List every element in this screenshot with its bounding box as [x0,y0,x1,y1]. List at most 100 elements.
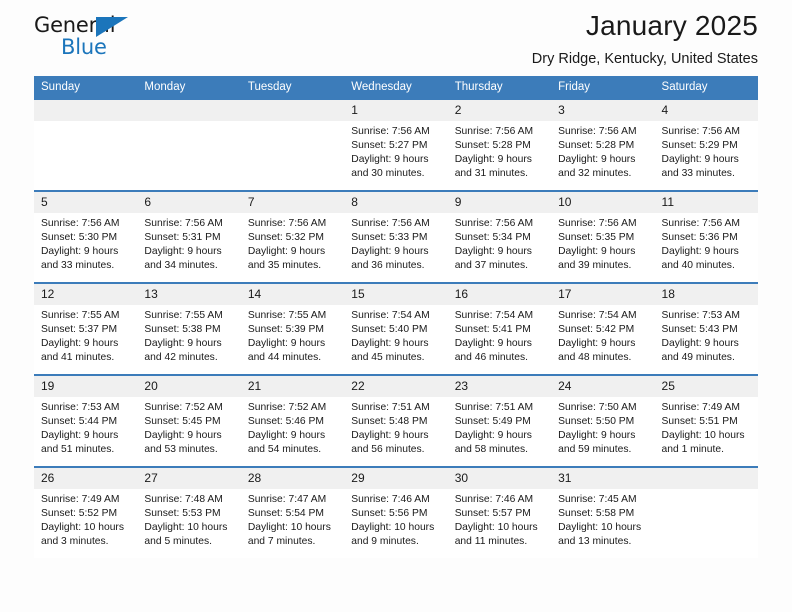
day-details: Sunrise: 7:48 AM Sunset: 5:53 PM Daylight:… [137,489,240,549]
day-number: 17 [551,283,655,305]
day-cell[interactable]: 28 Sunrise: 7:47 AM Sunset: 5:54 PM Dayligh… [240,465,345,558]
sunrise-text: Sunrise: 7:47 AM [247,493,327,505]
day-cell[interactable]: 8 Sunrise: 7:56 AM Sunset: 5:33 PM Daylight… [344,189,448,283]
daylight-text: Daylight: 9 hours [558,337,636,349]
day-number: 10 [551,191,655,213]
day-number: 27 [137,467,241,489]
day-details: Sunrise: 7:50 AM Sunset: 5:50 PM Daylight:… [551,397,654,457]
day-number [137,99,241,121]
day-cell[interactable]: 26 Sunrise: 7:49 AM Sunset: 5:52 PM Dayligh… [34,465,138,558]
sunrise-text: Sunrise: 7:56 AM [247,217,327,229]
day-cell[interactable]: 20 Sunrise: 7:52 AM Sunset: 5:45 PM Dayligh… [137,373,241,467]
day-cell[interactable]: 16 Sunrise: 7:54 AM Sunset: 5:41 PM Dayligh… [447,281,552,375]
sunset-text: Sunset: 5:56 PM [351,507,428,519]
sunrise-text: Sunrise: 7:54 AM [351,309,430,321]
sunrise-text: Sunrise: 7:52 AM [247,401,327,413]
day-cell-empty [654,465,758,558]
day-details: Sunrise: 7:45 AM Sunset: 5:58 PM Daylight:… [551,489,654,549]
sunrise-text: Sunrise: 7:55 AM [144,309,223,321]
day-cell[interactable]: 17 Sunrise: 7:54 AM Sunset: 5:42 PM Dayligh… [551,281,655,375]
daylight-text: Daylight: 9 hours [351,153,429,165]
day-cell[interactable]: 19 Sunrise: 7:53 AM Sunset: 5:44 PM Dayligh… [34,373,138,467]
day-cell[interactable]: 6 Sunrise: 7:56 AM Sunset: 5:31 PM Daylight… [137,189,241,283]
sunset-text: Sunset: 5:27 PM [351,139,428,151]
day-number: 2 [447,99,552,121]
sunset-text: Sunset: 5:57 PM [454,507,531,519]
day-details: Sunrise: 7:52 AM Sunset: 5:46 PM Daylight:… [241,397,344,457]
sunset-text: Sunset: 5:40 PM [351,323,428,335]
day-details: Sunrise: 7:56 AM Sunset: 5:28 PM Daylight:… [551,121,654,181]
daylight-text: and 34 minutes. [144,260,218,272]
sunrise-text: Sunrise: 7:53 AM [661,309,740,321]
day-cell[interactable]: 10 Sunrise: 7:56 AM Sunset: 5:35 PM Dayligh… [551,189,655,283]
sunrise-text: Sunrise: 7:56 AM [558,217,637,229]
sunrise-text: Sunrise: 7:53 AM [41,401,120,413]
day-details: Sunrise: 7:56 AM Sunset: 5:33 PM Daylight:… [344,213,447,273]
day-cell[interactable]: 21 Sunrise: 7:52 AM Sunset: 5:46 PM Dayligh… [240,373,345,467]
day-cell[interactable]: 15 Sunrise: 7:54 AM Sunset: 5:40 PM Dayligh… [344,281,448,375]
week-row: 5 Sunrise: 7:56 AM Sunset: 5:30 PM Daylight… [34,189,758,283]
day-cell[interactable]: 23 Sunrise: 7:51 AM Sunset: 5:49 PM Dayligh… [447,373,552,467]
day-number: 16 [447,283,552,305]
day-details: Sunrise: 7:54 AM Sunset: 5:41 PM Daylight:… [448,305,551,365]
daylight-text: Daylight: 9 hours [558,153,636,165]
day-details: Sunrise: 7:55 AM Sunset: 5:39 PM Daylight:… [241,305,344,365]
sunset-text: Sunset: 5:28 PM [454,139,531,151]
day-cell[interactable]: 9 Sunrise: 7:56 AM Sunset: 5:34 PM Daylight… [447,189,552,283]
daylight-text: and 3 minutes. [41,536,109,548]
day-cell[interactable]: 22 Sunrise: 7:51 AM Sunset: 5:48 PM Dayligh… [344,373,448,467]
day-cell[interactable]: 25 Sunrise: 7:49 AM Sunset: 5:51 PM Dayligh… [654,373,758,467]
day-details: Sunrise: 7:51 AM Sunset: 5:48 PM Daylight:… [344,397,447,457]
day-number: 7 [240,191,345,213]
week-row: 26 Sunrise: 7:49 AM Sunset: 5:52 PM Dayligh… [34,465,758,558]
sunset-text: Sunset: 5:58 PM [558,507,635,519]
sunrise-text: Sunrise: 7:51 AM [351,401,430,413]
day-cell[interactable]: 7 Sunrise: 7:56 AM Sunset: 5:32 PM Daylight… [240,189,345,283]
day-cell[interactable]: 4 Sunrise: 7:56 AM Sunset: 5:29 PM Daylight… [654,99,758,191]
day-cell[interactable]: 30 Sunrise: 7:46 AM Sunset: 5:57 PM Dayligh… [447,465,552,558]
daylight-text: Daylight: 9 hours [351,245,429,257]
day-details: Sunrise: 7:51 AM Sunset: 5:49 PM Daylight:… [448,397,551,457]
sunset-text: Sunset: 5:50 PM [558,415,635,427]
day-number: 26 [34,467,138,489]
daylight-text: and 46 minutes. [454,352,528,364]
day-cell[interactable]: 24 Sunrise: 7:50 AM Sunset: 5:50 PM Dayligh… [551,373,655,467]
daylight-text: and 36 minutes. [351,260,425,272]
day-cell-empty [34,99,138,191]
daylight-text: Daylight: 9 hours [351,429,429,441]
daylight-text: and 31 minutes. [454,168,528,180]
day-details: Sunrise: 7:53 AM Sunset: 5:43 PM Daylight:… [655,305,758,365]
daylight-text: and 51 minutes. [41,444,115,456]
day-details: Sunrise: 7:56 AM Sunset: 5:27 PM Daylight:… [344,121,447,181]
day-number: 12 [34,283,138,305]
logo-text-blue: Blue [61,35,107,59]
sunset-text: Sunset: 5:39 PM [247,323,324,335]
day-cell[interactable]: 18 Sunrise: 7:53 AM Sunset: 5:43 PM Dayligh… [654,281,758,375]
sunset-text: Sunset: 5:46 PM [247,415,324,427]
generalblue-logo[interactable]: General Blue [34,15,144,63]
sunrise-text: Sunrise: 7:56 AM [454,217,534,229]
sunrise-text: Sunrise: 7:46 AM [454,493,534,505]
day-cell[interactable]: 13 Sunrise: 7:55 AM Sunset: 5:38 PM Dayligh… [137,281,241,375]
day-cell[interactable]: 2 Sunrise: 7:56 AM Sunset: 5:28 PM Daylight… [447,99,552,191]
day-cell[interactable]: 27 Sunrise: 7:48 AM Sunset: 5:53 PM Dayligh… [137,465,241,558]
weekday-header-row: Sunday Monday Tuesday Wednesday Thursday Frid… [34,76,758,100]
day-number: 24 [551,375,655,397]
sunset-text: Sunset: 5:49 PM [454,415,531,427]
day-details: Sunrise: 7:56 AM Sunset: 5:31 PM Daylight:… [137,213,240,273]
day-cell[interactable]: 3 Sunrise: 7:56 AM Sunset: 5:28 PM Daylight… [551,99,655,191]
day-cell[interactable]: 31 Sunrise: 7:45 AM Sunset: 5:58 PM Dayligh… [551,465,655,558]
day-cell[interactable]: 14 Sunrise: 7:55 AM Sunset: 5:39 PM Dayligh… [240,281,345,375]
daylight-text: Daylight: 9 hours [247,245,326,257]
day-cell[interactable]: 1 Sunrise: 7:56 AM Sunset: 5:27 PM Daylight… [344,99,448,191]
day-details: Sunrise: 7:56 AM Sunset: 5:30 PM Daylight:… [34,213,137,273]
day-details: Sunrise: 7:55 AM Sunset: 5:37 PM Daylight:… [34,305,137,365]
day-cell[interactable]: 11 Sunrise: 7:56 AM Sunset: 5:36 PM Dayligh… [654,189,758,283]
sunset-text: Sunset: 5:28 PM [558,139,635,151]
day-cell[interactable]: 29 Sunrise: 7:46 AM Sunset: 5:56 PM Dayligh… [344,465,448,558]
day-cell[interactable]: 12 Sunrise: 7:55 AM Sunset: 5:37 PM Dayligh… [34,281,138,375]
daylight-text: Daylight: 10 hours [558,521,642,533]
day-cell[interactable]: 5 Sunrise: 7:56 AM Sunset: 5:30 PM Daylight… [34,189,138,283]
day-number: 18 [654,283,758,305]
weekday-header-sunday: Sunday [34,76,138,100]
